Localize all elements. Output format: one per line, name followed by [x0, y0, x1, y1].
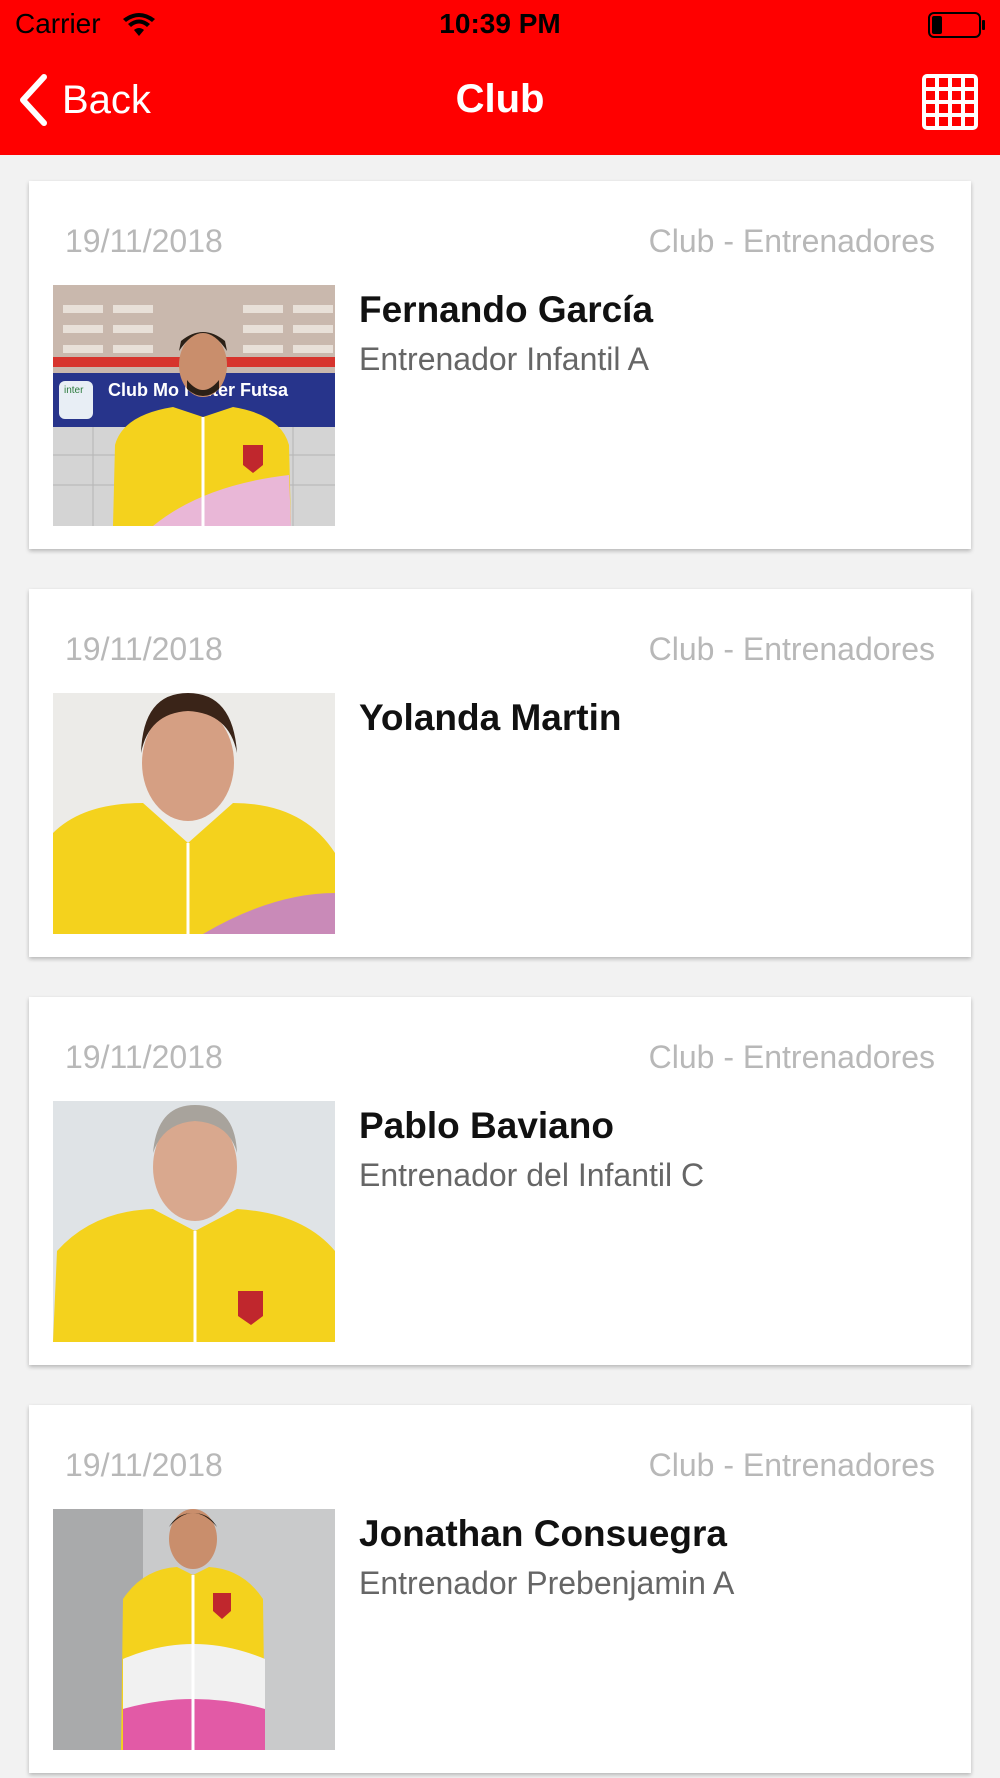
- banner-logo-text: inter: [64, 385, 84, 396]
- navigation-bar: Back Club: [0, 50, 1000, 155]
- grid-icon[interactable]: [922, 74, 978, 130]
- coach-photo: [53, 693, 335, 934]
- card-category: Club - Entrenadores: [648, 223, 935, 259]
- coach-photo: inter Club Mo r Inter Futsa: [53, 285, 335, 526]
- card-category: Club - Entrenadores: [648, 1447, 935, 1483]
- coach-name: Jonathan Consuegra: [359, 1513, 727, 1554]
- top-bar: Carrier 10:39 PM Back Club: [0, 0, 1000, 155]
- coach-role: Entrenador Prebenjamin A: [359, 1565, 735, 1601]
- card-date: 19/11/2018: [65, 223, 223, 259]
- card-date: 19/11/2018: [65, 1447, 223, 1483]
- card-date: 19/11/2018: [65, 631, 223, 667]
- coach-card[interactable]: 19/11/2018 Club - Entrenadores inter Clu…: [29, 181, 971, 549]
- coach-card[interactable]: 19/11/2018 Club - Entrenadores Yolanda M…: [29, 589, 971, 957]
- coach-name: Pablo Baviano: [359, 1105, 614, 1146]
- battery-icon: [928, 12, 985, 38]
- coach-photo: [53, 1509, 335, 1750]
- clock: 10:39 PM: [439, 8, 561, 39]
- coach-card[interactable]: 19/11/2018 Club - Entrenadores Pablo Bav…: [29, 997, 971, 1365]
- coach-card[interactable]: 19/11/2018 Club - Entrenadores Jonathan …: [29, 1405, 971, 1773]
- status-bar: Carrier 10:39 PM: [0, 0, 1000, 50]
- coach-name: Yolanda Martin: [359, 697, 622, 738]
- coach-role: Entrenador del Infantil C: [359, 1157, 705, 1193]
- coach-photo: [53, 1101, 335, 1342]
- card-category: Club - Entrenadores: [648, 1039, 935, 1075]
- coach-name: Fernando García: [359, 289, 654, 330]
- card-date: 19/11/2018: [65, 1039, 223, 1075]
- card-category: Club - Entrenadores: [648, 631, 935, 667]
- page-title: Club: [455, 77, 545, 121]
- coach-role: Entrenador Infantil A: [359, 341, 649, 377]
